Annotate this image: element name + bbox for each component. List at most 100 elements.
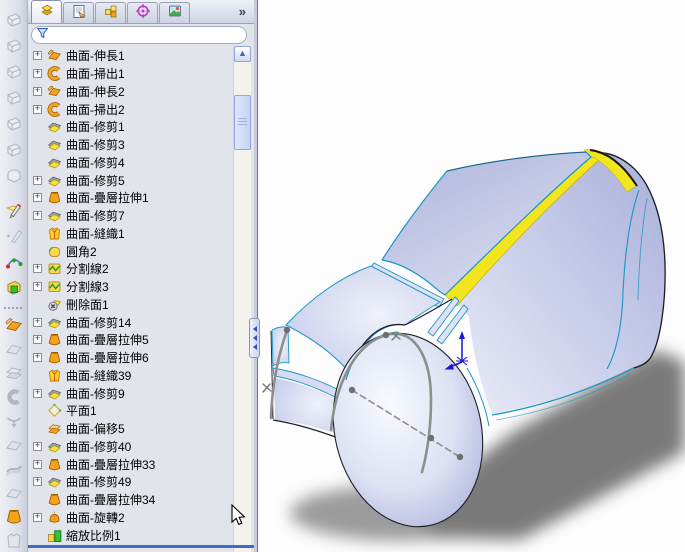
expand-toggle[interactable]: + — [33, 512, 42, 522]
expand-toggle[interactable]: + — [33, 441, 42, 451]
planar-surface-button[interactable] — [3, 339, 25, 358]
tree-item-label: 曲面-疊層拉伸34 — [66, 493, 156, 508]
tree-item[interactable]: 曲面-疊層拉伸34 — [28, 491, 233, 509]
tree-item[interactable]: + 曲面-疊層拉伸33 — [28, 455, 233, 473]
sketch-button[interactable] — [3, 199, 25, 220]
view-cube-round-button[interactable] — [3, 165, 25, 186]
view-cube-1-button[interactable] — [3, 9, 25, 30]
expand-toggle[interactable]: + — [33, 193, 42, 203]
freeform-surface-button[interactable] — [3, 459, 25, 478]
split-line-icon — [47, 261, 62, 276]
surface-trim-icon — [47, 155, 62, 170]
expand-toggle[interactable]: + — [33, 477, 42, 487]
tree-item-label: 刪除面1 — [66, 297, 109, 312]
solid-tool-button[interactable] — [3, 277, 25, 298]
tree-item-label: 曲面-修剪9 — [66, 386, 125, 401]
surface-trim-icon — [47, 386, 62, 401]
tree-item[interactable]: + 曲面-疊層拉伸5 — [28, 331, 233, 349]
surface-loft-icon — [47, 457, 62, 472]
expand-toggle[interactable]: + — [33, 353, 42, 363]
tree-item[interactable]: + 曲面-修剪40 — [28, 438, 233, 456]
tree-item[interactable]: 曲面-偏移5 — [28, 420, 233, 438]
car-model — [262, 149, 685, 541]
panel-collapse-handle[interactable] — [249, 318, 260, 358]
filter-input[interactable] — [49, 27, 246, 43]
tree-item[interactable]: + 曲面-疊層拉伸1 — [28, 189, 233, 207]
tree-item-label: 曲面-修剪3 — [66, 138, 125, 153]
tree-item[interactable]: 曲面-修剪3 — [28, 136, 233, 154]
plane-icon — [47, 403, 62, 418]
radiate-surface-button[interactable] — [3, 483, 25, 502]
boundary-surface-button[interactable] — [3, 411, 25, 430]
toolbar-separator — [3, 307, 24, 309]
tree-filter-box[interactable] — [31, 26, 247, 44]
scrollbar-thumb[interactable] — [234, 95, 251, 150]
curve-through-points-button[interactable] — [3, 251, 25, 272]
tree-item[interactable]: + 曲面-疊層拉伸6 — [28, 349, 233, 367]
surface-loft-icon — [47, 190, 62, 205]
expand-toggle[interactable]: + — [33, 69, 42, 79]
left-toolbar — [0, 0, 28, 552]
tree-item[interactable]: + 曲面-修剪14 — [28, 313, 233, 331]
configurationmanager-tab[interactable] — [95, 2, 126, 23]
tree-item[interactable]: + 曲面-掃出2 — [28, 100, 233, 118]
tree-item[interactable]: 曲面-縫織1 — [28, 225, 233, 243]
tree-item-label: 圓角2 — [66, 244, 97, 259]
expand-toggle[interactable]: + — [33, 317, 42, 327]
3d-sketch-button[interactable] — [3, 225, 25, 246]
view-cube-2-button[interactable] — [3, 35, 25, 56]
expand-toggle[interactable]: + — [33, 175, 42, 185]
dimxpertmanager-tab[interactable] — [127, 2, 158, 23]
tree-item[interactable]: + 曲面-修剪49 — [28, 473, 233, 491]
view-cube-6-button[interactable] — [3, 139, 25, 160]
tree-item[interactable]: 平面1 — [28, 402, 233, 420]
extruded-surface-button[interactable] — [3, 315, 25, 334]
filled-surface-button[interactable] — [3, 435, 25, 454]
tree-item[interactable]: 刪除面1 — [28, 296, 233, 314]
tree-item[interactable]: + 曲面-伸長1 — [28, 47, 233, 65]
tree-item[interactable]: 縮放比例1 — [28, 526, 233, 544]
expand-toggle[interactable]: + — [33, 459, 42, 469]
expand-spacer — [33, 424, 42, 433]
expand-toggle[interactable]: + — [33, 388, 42, 398]
tree-item-label: 曲面-旋轉2 — [66, 510, 125, 525]
surface-knit-icon — [47, 368, 62, 383]
rollback-bar[interactable] — [28, 545, 254, 548]
propertymanager-tab[interactable] — [63, 2, 94, 23]
expand-toggle[interactable]: + — [33, 86, 42, 96]
expand-spacer — [33, 406, 42, 415]
tree-item[interactable]: + 曲面-掃出1 — [28, 65, 233, 83]
tree-item[interactable]: + 分割線3 — [28, 278, 233, 296]
expand-toggle[interactable]: + — [33, 211, 42, 221]
offset-surface-button[interactable] — [3, 363, 25, 382]
expand-toggle[interactable]: + — [33, 51, 42, 61]
tree-item[interactable]: 曲面-縫織39 — [28, 367, 233, 385]
featuremanager-tab[interactable] — [31, 0, 62, 23]
tree-item[interactable]: 曲面-修剪1 — [28, 118, 233, 136]
swept-surface-button[interactable] — [3, 387, 25, 406]
expand-toggle[interactable]: + — [33, 264, 42, 274]
tree-item[interactable]: + 曲面-修剪9 — [28, 384, 233, 402]
view-cube-4-button[interactable] — [3, 87, 25, 108]
tree-item[interactable]: + 曲面-旋轉2 — [28, 509, 233, 527]
tab-overflow-chevron[interactable]: » — [239, 5, 246, 18]
view-cube-3-button[interactable] — [3, 61, 25, 82]
tree-item[interactable]: + 曲面-修剪5 — [28, 171, 233, 189]
tree-item[interactable]: 圓角2 — [28, 242, 233, 260]
graphics-viewport[interactable] — [258, 0, 685, 552]
expand-toggle[interactable]: + — [33, 335, 42, 345]
displaymanager-tab[interactable] — [159, 2, 190, 23]
knit-surface-button[interactable] — [3, 531, 25, 550]
scroll-up-arrow[interactable]: ▲ — [234, 46, 251, 62]
tree-item[interactable]: 曲面-修剪4 — [28, 154, 233, 172]
lofted-surface-button[interactable] — [3, 507, 25, 526]
view-cube-5-button[interactable] — [3, 113, 25, 134]
tree-item[interactable]: + 分割線2 — [28, 260, 233, 278]
tree-scrollbar[interactable]: ▲ — [233, 46, 251, 552]
expand-toggle[interactable]: + — [33, 104, 42, 114]
expand-toggle[interactable]: + — [33, 282, 42, 292]
configurationmanager-icon — [103, 3, 119, 24]
tree-item-label: 分割線3 — [66, 280, 109, 295]
tree-item[interactable]: + 曲面-修剪7 — [28, 207, 233, 225]
tree-item[interactable]: + 曲面-伸長2 — [28, 83, 233, 101]
